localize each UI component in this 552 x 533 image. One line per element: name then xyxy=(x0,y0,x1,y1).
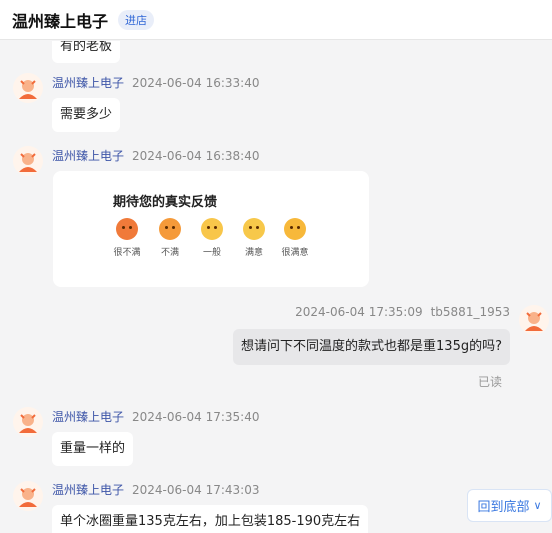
message-bubble: 需要多少 xyxy=(52,98,121,132)
feedback-option-label: 不满 xyxy=(160,248,179,258)
sender-name[interactable]: 温州臻上电子 xyxy=(52,76,124,90)
shop-avatar-icon[interactable] xyxy=(13,481,43,511)
message-time: 2024-06-04 16:33:40 xyxy=(132,76,260,90)
feedback-option-very-unsatisfied[interactable]: 很不满 xyxy=(107,218,147,258)
message-time: 2024-06-04 17:35:40 xyxy=(132,410,260,424)
chevron-down-icon: ∨ xyxy=(533,499,542,512)
message-time: 2024-06-04 17:43:03 xyxy=(132,483,260,497)
message-time: 2024-06-04 16:38:40 xyxy=(132,149,260,163)
back-to-bottom-button[interactable]: 回到底部 ∨ xyxy=(467,489,552,522)
feedback-option-label: 很满意 xyxy=(281,248,309,258)
chat-header: 温州臻上电子 进店 xyxy=(0,0,552,40)
message-bubble: 想请问下不同温度的款式也都是重135g的吗? xyxy=(233,329,510,365)
satisfied-emoji-icon xyxy=(243,218,265,240)
feedback-title: 期待您的真实反馈 xyxy=(113,195,218,210)
message-meta: 温州臻上电子 2024-06-04 17:35:40 xyxy=(52,408,259,425)
shop-avatar-icon[interactable] xyxy=(13,146,43,176)
feedback-option-label: 满意 xyxy=(244,248,263,258)
shop-avatar-icon[interactable] xyxy=(13,73,43,103)
shop-name: 温州臻上电子 xyxy=(12,11,109,31)
enter-shop-button[interactable]: 进店 xyxy=(118,9,155,30)
message-bubble: 单个冰圈重量135克左右，加上包装185-190克左右 xyxy=(52,505,369,533)
message-list[interactable]: 有的老板 温州臻上电子 2024-06-04 16:33:40 需要多少 温州臻上… xyxy=(0,41,552,533)
unsatisfied-emoji-icon xyxy=(159,218,181,240)
read-status: 已读 xyxy=(478,375,503,389)
feedback-option-very-satisfied[interactable]: 很满意 xyxy=(275,218,315,258)
feedback-option-neutral[interactable]: 一般 xyxy=(192,218,232,258)
sender-name[interactable]: 温州臻上电子 xyxy=(52,149,124,163)
shop-avatar-icon[interactable] xyxy=(13,407,43,437)
message-meta: 温州臻上电子 2024-06-04 16:38:40 xyxy=(52,147,259,164)
message-meta: 2024-06-04 17:35:09 tb5881_1953 xyxy=(295,305,510,319)
user-avatar-icon[interactable] xyxy=(519,305,549,335)
feedback-option-satisfied[interactable]: 满意 xyxy=(234,218,274,258)
message-meta: 温州臻上电子 2024-06-04 16:33:40 xyxy=(52,74,259,91)
very-unsatisfied-emoji-icon xyxy=(116,218,138,240)
neutral-emoji-icon xyxy=(201,218,223,240)
back-to-bottom-label: 回到底部 xyxy=(477,500,530,515)
message-bubble: 有的老板 xyxy=(52,41,121,63)
feedback-option-label: 一般 xyxy=(202,248,221,258)
message-meta: 温州臻上电子 2024-06-04 17:43:03 xyxy=(52,481,259,498)
feedback-option-unsatisfied[interactable]: 不满 xyxy=(150,218,190,258)
sender-name[interactable]: 温州臻上电子 xyxy=(52,483,124,497)
sender-name: tb5881_1953 xyxy=(430,305,510,319)
sender-name[interactable]: 温州臻上电子 xyxy=(52,410,124,424)
message-bubble: 重量一样的 xyxy=(52,432,134,466)
feedback-option-label: 很不满 xyxy=(113,248,141,258)
very-satisfied-emoji-icon xyxy=(284,218,306,240)
message-time: 2024-06-04 17:35:09 xyxy=(295,305,423,319)
feedback-card: 期待您的真实反馈 很不满 不满 一般 满意 很满意 xyxy=(53,171,369,287)
